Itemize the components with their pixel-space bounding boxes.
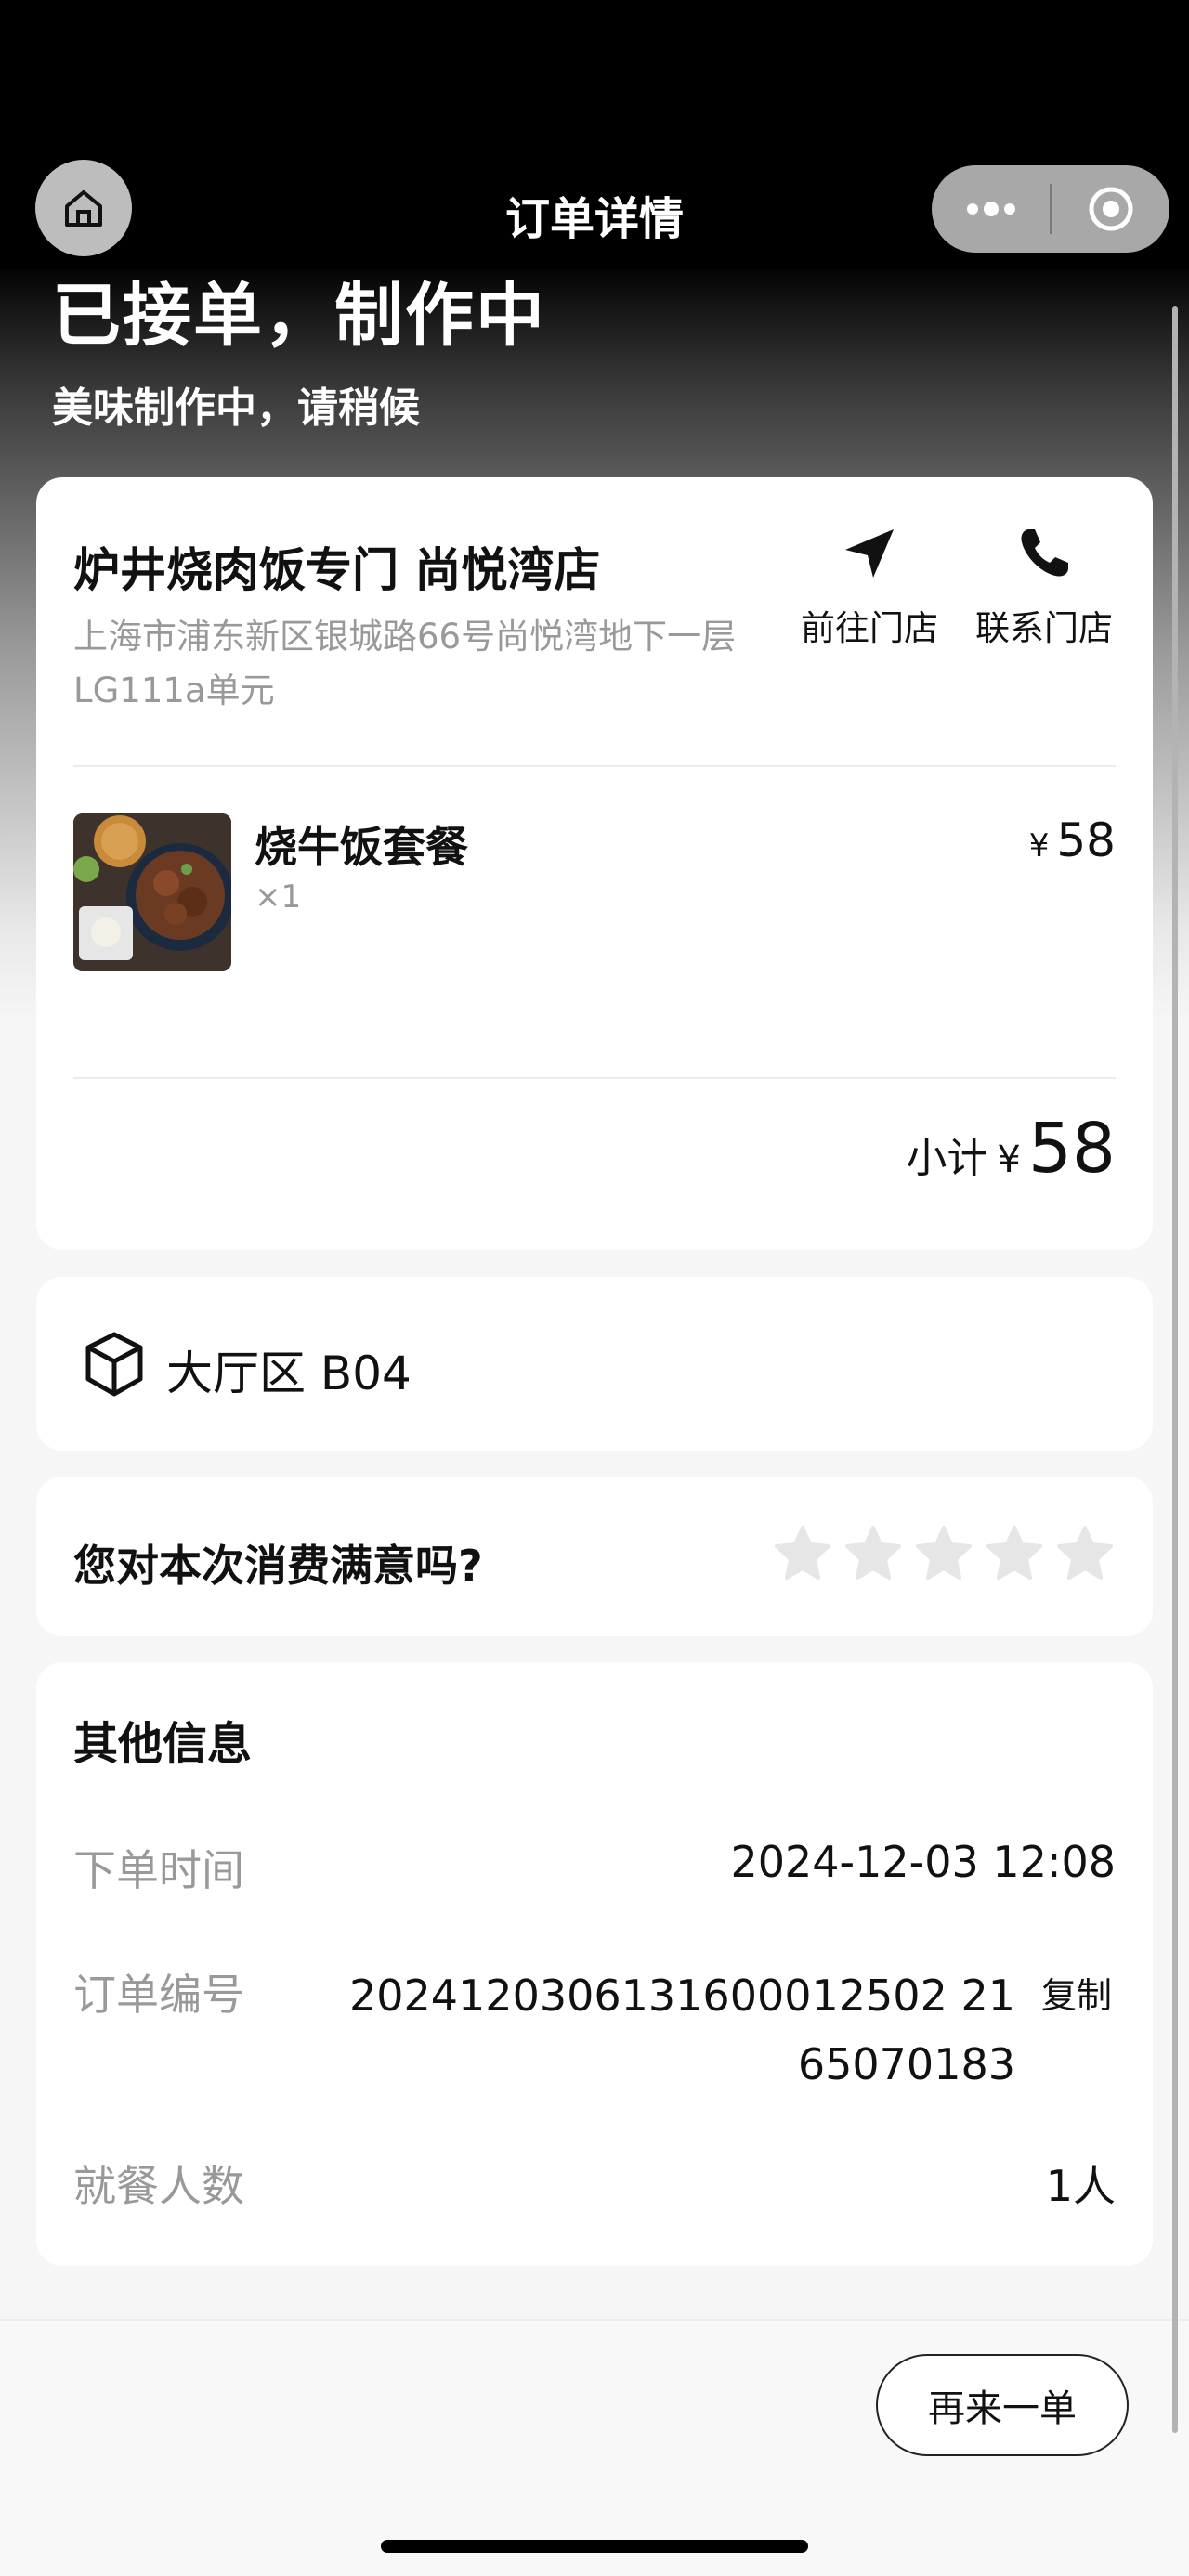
scrollbar[interactable] <box>1172 306 1178 2433</box>
star-icon[interactable] <box>1054 1523 1116 1584</box>
diners-value: 1人 <box>1045 2161 1116 2211</box>
call-store-label: 联系门店 <box>975 608 1113 648</box>
navigation-arrow-icon <box>845 529 894 578</box>
currency-symbol: ¥ <box>1028 827 1050 865</box>
order-number-label: 订单编号 <box>73 1970 244 2020</box>
more-dots-icon <box>966 202 1015 216</box>
order-status-subtitle: 美味制作中，请稍候 <box>52 384 420 432</box>
order-number-value: 2024120306131600012502 21 65070183 <box>349 1961 1015 2099</box>
mini-program-capsule <box>932 165 1169 253</box>
other-info-title: 其他信息 <box>73 1718 253 1770</box>
item-name: 烧牛饭套餐 <box>255 822 468 872</box>
item-price-value: 58 <box>1056 813 1116 867</box>
order-time-label: 下单时间 <box>73 1845 244 1895</box>
more-button[interactable] <box>932 165 1050 253</box>
box-icon <box>85 1332 143 1397</box>
star-icon[interactable] <box>913 1523 974 1584</box>
target-icon <box>1089 187 1132 231</box>
order-card: 炉井烧肉饭专门 尚悦湾店 上海市浦东新区银城路66号尚悦湾地下一层LG111a单… <box>36 477 1153 1250</box>
reorder-button[interactable]: 再来一单 <box>876 2354 1129 2456</box>
bottom-action-bar: 再来一单 <box>0 2319 1189 2576</box>
order-number-line1: 2024120306131600012502 21 <box>348 1971 1015 2021</box>
phone-icon <box>1021 529 1068 577</box>
diners-label: 就餐人数 <box>73 2161 244 2211</box>
store-address: 上海市浦东新区银城路66号尚悦湾地下一层LG111a单元 <box>73 617 737 710</box>
order-status-title: 已接单，制作中 <box>52 276 546 356</box>
call-store-button[interactable]: 联系门店 <box>965 524 1123 650</box>
close-mini-program-button[interactable] <box>1052 165 1169 253</box>
other-info-card: 其他信息 下单时间 2024-12-03 12:08 订单编号 20241203… <box>36 1662 1153 2266</box>
subtotal-label: 小计 <box>906 1135 988 1182</box>
rating-question: 您对本次消费满意吗? <box>73 1541 483 1591</box>
table-number: 大厅区 B04 <box>166 1347 412 1400</box>
table-card: 大厅区 B04 <box>36 1277 1153 1451</box>
order-number-line2: 65070183 <box>797 2039 1015 2089</box>
navigate-store-label: 前往门店 <box>801 608 938 648</box>
star-icon[interactable] <box>772 1523 833 1584</box>
item-price: ¥58 <box>1029 813 1116 867</box>
rating-card: 您对本次消费满意吗? <box>36 1477 1153 1636</box>
star-rating[interactable] <box>772 1523 1116 1584</box>
divider <box>73 765 1116 767</box>
food-image <box>73 813 231 971</box>
food-photo <box>73 813 231 971</box>
subtotal-value: 58 <box>1027 1109 1116 1189</box>
subtotal: 小计 ¥ 58 <box>906 1109 1116 1189</box>
star-icon[interactable] <box>843 1523 904 1584</box>
home-indicator <box>381 2540 808 2553</box>
order-time-value: 2024-12-03 12:08 <box>730 1837 1116 1887</box>
star-icon[interactable] <box>984 1523 1045 1584</box>
currency-symbol: ¥ <box>997 1138 1021 1181</box>
copy-order-number-button[interactable]: 复制 <box>1041 1967 1112 2018</box>
divider <box>73 1077 1116 1079</box>
navigate-store-button[interactable]: 前往门店 <box>790 524 948 650</box>
store-name: 炉井烧肉饭专门 尚悦湾店 <box>73 543 601 597</box>
item-quantity: ×1 <box>255 878 302 916</box>
